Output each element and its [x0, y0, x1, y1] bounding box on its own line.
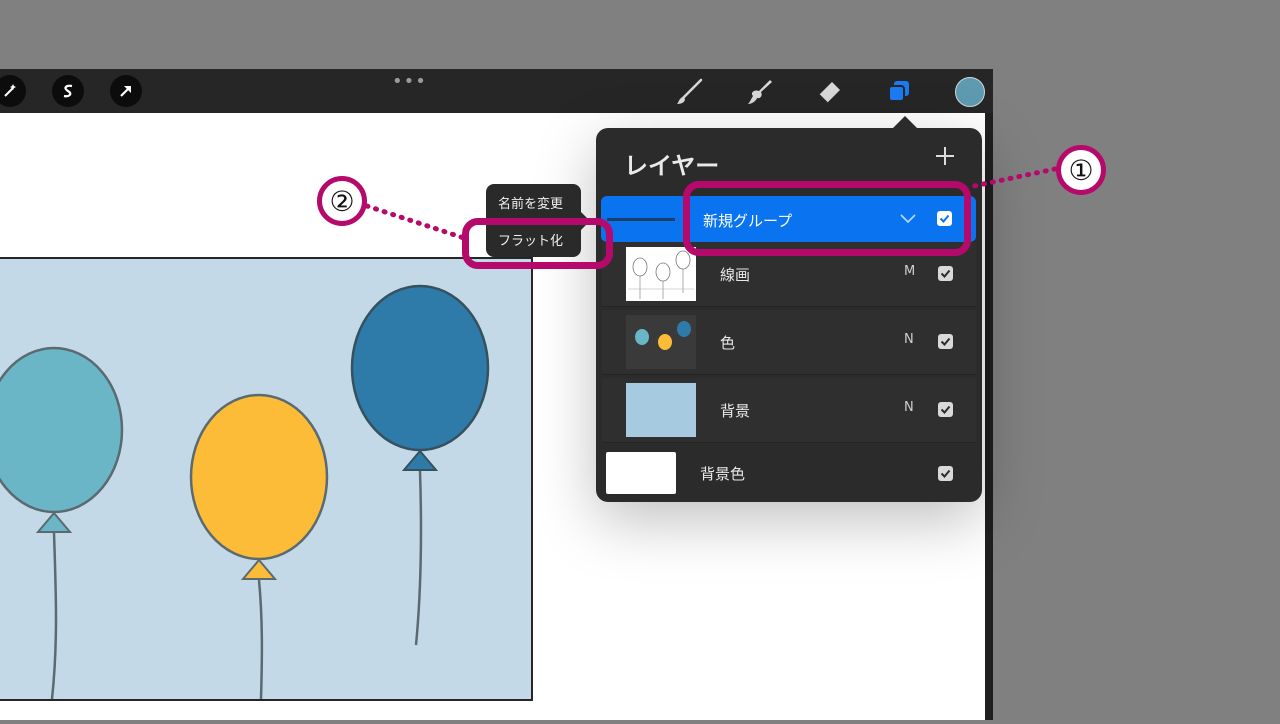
annotation-leader-lines — [364, 166, 1058, 241]
annotation-badge-2: ② — [317, 176, 367, 226]
annotation-badge-1: ① — [1056, 145, 1106, 195]
